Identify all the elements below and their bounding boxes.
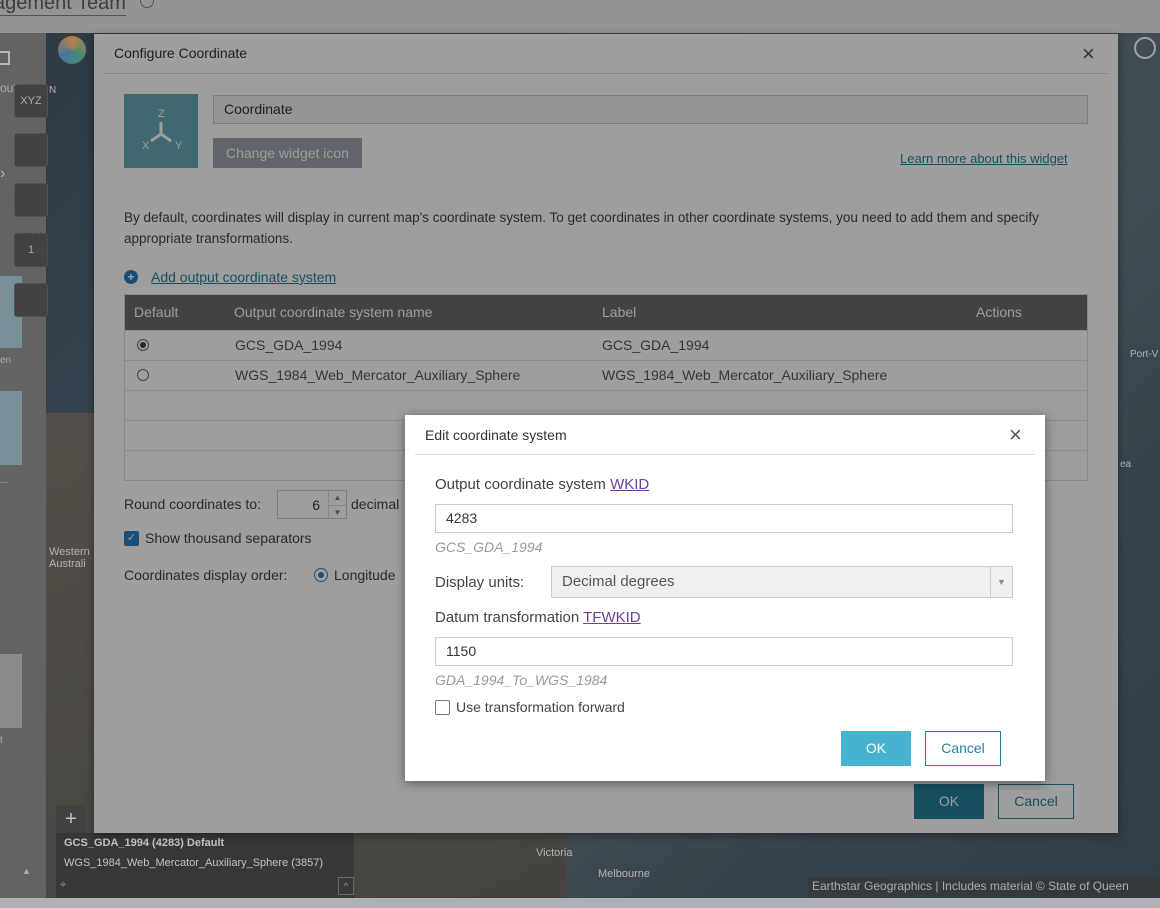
tfwkid-input[interactable]: 1150 [435,637,1013,666]
dialog-title: Edit coordinate system [425,427,567,443]
tfwkid-link[interactable]: TFWKID [583,609,641,626]
cancel-button[interactable]: Cancel [925,731,1001,766]
datum-transformation-label: Datum transformation TFWKID [435,609,641,626]
output-cs-text: Output coordinate system [435,476,606,493]
display-units-label: Display units: [435,574,525,591]
wkid-input[interactable]: 4283 [435,504,1013,533]
dialog-header: Edit coordinate system × [415,415,1035,455]
output-cs-label: Output coordinate system WKID [435,476,649,493]
use-forward-option[interactable]: Use transformation forward [435,699,625,715]
use-forward-label: Use transformation forward [456,699,625,715]
display-units-value: Decimal degrees [562,573,675,590]
checkbox-unchecked-icon[interactable] [435,699,450,715]
ok-button[interactable]: OK [841,731,911,766]
datum-label-text: Datum transformation [435,609,580,626]
tfwkid-hint: GDA_1994_To_WGS_1984 [435,672,608,688]
edit-coordinate-system-dialog: Edit coordinate system × Output coordina… [405,415,1045,781]
wkid-hint: GCS_GDA_1994 [435,539,543,555]
wkid-link[interactable]: WKID [610,476,649,493]
display-units-select[interactable]: Decimal degrees ▼ [551,566,1013,598]
chevron-down-icon[interactable]: ▼ [990,567,1012,597]
close-icon[interactable]: × [1009,424,1022,446]
